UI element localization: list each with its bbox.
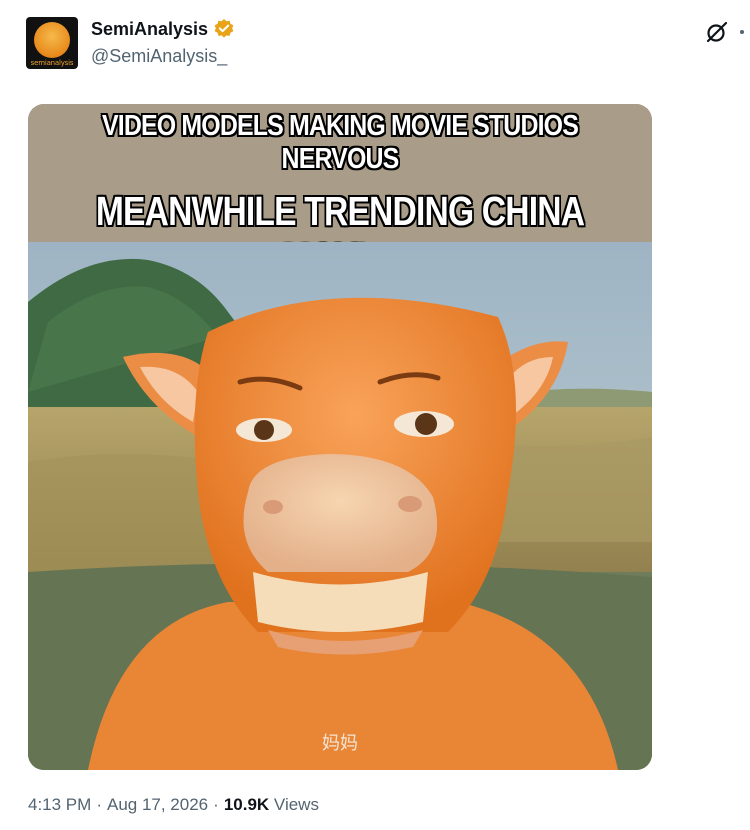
views-stat[interactable]: 10.9K Views xyxy=(224,795,319,815)
views-count: 10.9K xyxy=(223,795,270,814)
tweet-meta: 4:13 PM · Aug 17, 2026 · 10.9K Views xyxy=(28,795,319,815)
meta-separator: · xyxy=(213,795,219,814)
meme-caption-top: VIDEO MODELS MAKING MOVIE STUDIOS NERVOU… xyxy=(101,110,579,175)
author-name-row: SemiAnalysis xyxy=(91,18,235,40)
verified-badge-icon xyxy=(214,19,234,38)
tweet-media-image[interactable]: VIDEO MODELS MAKING MOVIE STUDIOS NERVOU… xyxy=(28,104,652,770)
avatar-logo-icon xyxy=(34,22,70,58)
avatar-wordmark: semianalysis xyxy=(30,59,74,67)
views-label: Views xyxy=(273,795,319,814)
more-icon[interactable] xyxy=(740,30,744,34)
avatar[interactable]: semianalysis xyxy=(26,17,78,69)
author-handle[interactable]: @SemiAnalysis_ xyxy=(91,46,227,67)
tweet-date[interactable]: Aug 17, 2026 xyxy=(107,795,208,815)
meta-separator: · xyxy=(96,795,102,814)
movie-subtitle: 妈妈 xyxy=(322,733,358,754)
movie-still-cow-character xyxy=(28,242,652,770)
grok-icon[interactable] xyxy=(704,19,730,45)
author-display-name[interactable]: SemiAnalysis xyxy=(91,19,208,40)
tweet-time[interactable]: 4:13 PM xyxy=(28,795,91,815)
tweet-actions-top xyxy=(704,19,744,45)
